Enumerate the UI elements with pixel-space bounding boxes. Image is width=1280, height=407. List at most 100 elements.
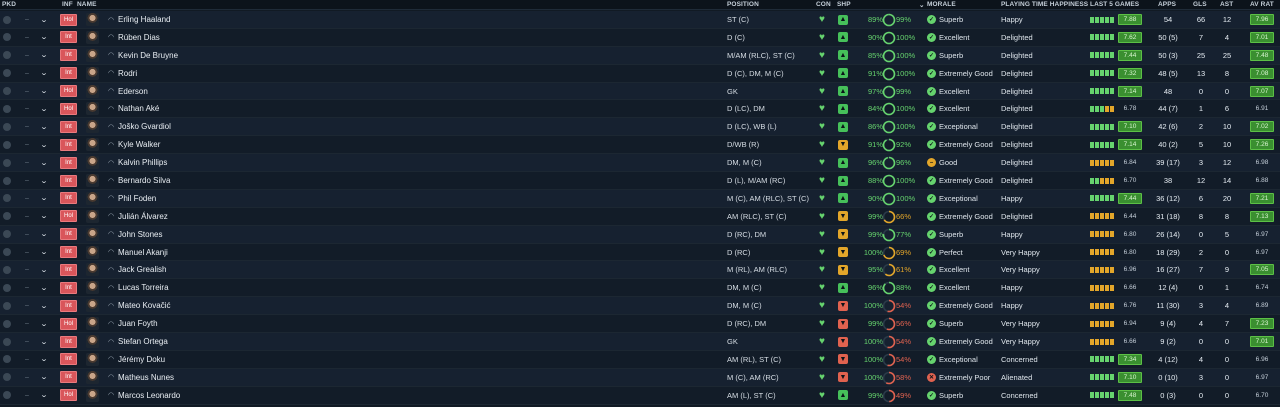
picked-radio[interactable] xyxy=(2,297,12,314)
chevron-down-icon[interactable]: ⌄ xyxy=(40,136,48,153)
inf-badge[interactable]: Hol xyxy=(60,85,77,98)
chevron-down-icon[interactable]: ⌄ xyxy=(40,351,48,368)
picked-radio[interactable] xyxy=(2,369,12,386)
table-row[interactable]: – ⌄ Hol ◠ Julián Álvarez AM (RLC), ST (C) ♥ ▼ 99… xyxy=(0,207,1280,226)
inf-badge[interactable]: Hol xyxy=(60,317,77,330)
picked-radio[interactable] xyxy=(2,83,12,100)
chevron-down-icon[interactable]: ⌄ xyxy=(40,29,48,46)
picked-radio[interactable] xyxy=(2,315,12,332)
col-gls[interactable]: GLS xyxy=(1193,1,1207,8)
table-row[interactable]: – ⌄ Hol ◠ Marcos Leonardo AM (L), ST (C) ♥ ▲ 99%… xyxy=(0,386,1280,405)
chevron-down-icon[interactable]: ⌄ xyxy=(40,279,48,296)
inf-badge[interactable]: Int xyxy=(60,335,77,348)
chevron-down-icon[interactable]: ⌄ xyxy=(40,315,48,332)
picked-radio[interactable] xyxy=(2,29,12,46)
table-row[interactable]: – ⌄ Hol ◠ Juan Foyth D (RC), DM ♥ ▼ 99% 56% ✓ Super… xyxy=(0,315,1280,334)
chevron-down-icon[interactable]: ⌄ xyxy=(40,208,48,225)
inf-badge[interactable]: Int xyxy=(60,299,77,312)
sort-chevron-icon[interactable]: ⌄ xyxy=(919,1,925,9)
col-name[interactable]: NAME xyxy=(77,1,97,8)
table-row[interactable]: – ⌄ Int ◠ Joško Gvardiol D (LC), WB (L) ♥ ▲ 86% 1… xyxy=(0,118,1280,137)
inf-badge[interactable]: Int xyxy=(60,353,77,366)
table-row[interactable]: – ⌄ Int ◠ Stefan Ortega GK ♥ ▼ 100% 54% ✓ Extremely… xyxy=(0,333,1280,351)
col-last-5-games[interactable]: LAST 5 GAMES xyxy=(1090,1,1139,8)
inf-badge[interactable]: Int xyxy=(60,67,77,80)
inf-badge[interactable]: Int xyxy=(60,281,77,294)
chevron-down-icon[interactable]: ⌄ xyxy=(40,172,48,189)
col-position[interactable]: POSITION xyxy=(727,1,759,8)
player-name[interactable]: Mateo Kovačić xyxy=(118,297,170,314)
table-row[interactable]: – ⌄ Int ◠ John Stones D (RC), DM ♥ ▼ 99% 77% ✓ Supe… xyxy=(0,225,1280,244)
player-name[interactable]: Ederson xyxy=(118,83,148,100)
table-row[interactable]: – ⌄ Int ◠ Jack Grealish M (RL), AM (RLC) ♥ ▼ 95%… xyxy=(0,261,1280,280)
inf-badge[interactable]: Hol xyxy=(60,13,77,26)
player-name[interactable]: Phil Foden xyxy=(118,190,156,207)
chevron-down-icon[interactable]: ⌄ xyxy=(40,100,48,117)
chevron-down-icon[interactable]: ⌄ xyxy=(40,47,48,64)
player-name[interactable]: Matheus Nunes xyxy=(118,369,174,386)
player-name[interactable]: Erling Haaland xyxy=(118,11,170,28)
table-row[interactable]: – ⌄ Int ◠ Mateo Kovačić DM, M (C) ♥ ▼ 100% 54% ✓ Ex… xyxy=(0,297,1280,316)
inf-badge[interactable]: Int xyxy=(60,228,77,241)
player-name[interactable]: Kalvin Phillips xyxy=(118,154,167,171)
player-name[interactable]: Rúben Dias xyxy=(118,29,160,46)
player-name[interactable]: Marcos Leonardo xyxy=(118,387,180,404)
col-shp[interactable]: SHP xyxy=(837,1,851,8)
player-name[interactable]: Rodri xyxy=(118,65,137,82)
player-name[interactable]: Julián Álvarez xyxy=(118,208,168,225)
player-name[interactable]: John Stones xyxy=(118,226,162,243)
inf-badge[interactable]: Int xyxy=(60,156,77,169)
picked-radio[interactable] xyxy=(2,279,12,296)
chevron-down-icon[interactable]: ⌄ xyxy=(40,244,48,261)
chevron-down-icon[interactable]: ⌄ xyxy=(40,65,48,82)
inf-badge[interactable]: Int xyxy=(60,192,77,205)
table-row[interactable]: – ⌄ Int ◠ Kevin De Bruyne M/AM (RLC), ST (C) ♥… xyxy=(0,46,1280,65)
picked-radio[interactable] xyxy=(2,387,12,404)
chevron-down-icon[interactable]: ⌄ xyxy=(40,333,48,350)
table-row[interactable]: – ⌄ Int ◠ Phil Foden M (C), AM (RLC), ST (C) ♥… xyxy=(0,189,1280,208)
col-playing-time-happiness[interactable]: PLAYING TIME HAPPINESS xyxy=(1001,1,1088,8)
chevron-down-icon[interactable]: ⌄ xyxy=(40,83,48,100)
picked-radio[interactable] xyxy=(2,190,12,207)
player-name[interactable]: Kevin De Bruyne xyxy=(118,47,178,64)
picked-radio[interactable] xyxy=(2,11,12,28)
table-row[interactable]: – ⌄ Hol ◠ Ederson GK ♥ ▲ 97% 99% ✓ Excellent Delight… xyxy=(0,82,1280,101)
inf-badge[interactable]: Int xyxy=(60,246,77,259)
inf-badge[interactable]: Int xyxy=(60,120,77,133)
inf-badge[interactable]: Int xyxy=(60,263,77,276)
picked-radio[interactable] xyxy=(2,118,12,135)
picked-radio[interactable] xyxy=(2,65,12,82)
picked-radio[interactable] xyxy=(2,351,12,368)
table-row[interactable]: – ⌄ Int ◠ Lucas Torreira DM, M (C) ♥ ▲ 96% 88% ✓ Ex… xyxy=(0,279,1280,298)
picked-radio[interactable] xyxy=(2,226,12,243)
picked-radio[interactable] xyxy=(2,100,12,117)
player-name[interactable]: Jérémy Doku xyxy=(118,351,165,368)
col-inf[interactable]: INF xyxy=(62,1,73,8)
chevron-down-icon[interactable]: ⌄ xyxy=(40,261,48,278)
chevron-down-icon[interactable]: ⌄ xyxy=(40,11,48,28)
player-name[interactable]: Manuel Akanji xyxy=(118,244,168,261)
table-row[interactable]: – ⌄ Int ◠ Bernardo Silva D (L), M/AM (RC) ♥ ▲ 88… xyxy=(0,172,1280,190)
player-name[interactable]: Joško Gvardiol xyxy=(118,118,171,135)
player-name[interactable]: Kyle Walker xyxy=(118,136,160,153)
player-name[interactable]: Nathan Aké xyxy=(118,100,159,117)
player-name[interactable]: Lucas Torreira xyxy=(118,279,169,296)
player-name[interactable]: Juan Foyth xyxy=(118,315,158,332)
picked-radio[interactable] xyxy=(2,172,12,189)
player-name[interactable]: Jack Grealish xyxy=(118,261,166,278)
chevron-down-icon[interactable]: ⌄ xyxy=(40,369,48,386)
chevron-down-icon[interactable]: ⌄ xyxy=(40,387,48,404)
chevron-down-icon[interactable]: ⌄ xyxy=(40,190,48,207)
inf-badge[interactable]: Int xyxy=(60,31,77,44)
table-row[interactable]: – ⌄ Int ◠ Matheus Nunes M (C), AM (RC) ♥ ▼ 100% 5… xyxy=(0,368,1280,387)
table-row[interactable]: – ⌄ Int ◠ Kyle Walker D/WB (R) ♥ ▼ 91% 92% ✓ Extrem… xyxy=(0,136,1280,155)
col-av-rat[interactable]: AV RAT xyxy=(1250,1,1274,8)
col-pkd[interactable]: PKD xyxy=(2,1,16,8)
player-name[interactable]: Stefan Ortega xyxy=(118,333,168,350)
chevron-down-icon[interactable]: ⌄ xyxy=(40,154,48,171)
inf-badge[interactable]: Hol xyxy=(60,210,77,223)
picked-radio[interactable] xyxy=(2,333,12,350)
picked-radio[interactable] xyxy=(2,208,12,225)
col-ast[interactable]: AST xyxy=(1220,1,1233,8)
inf-badge[interactable]: Int xyxy=(60,371,77,384)
